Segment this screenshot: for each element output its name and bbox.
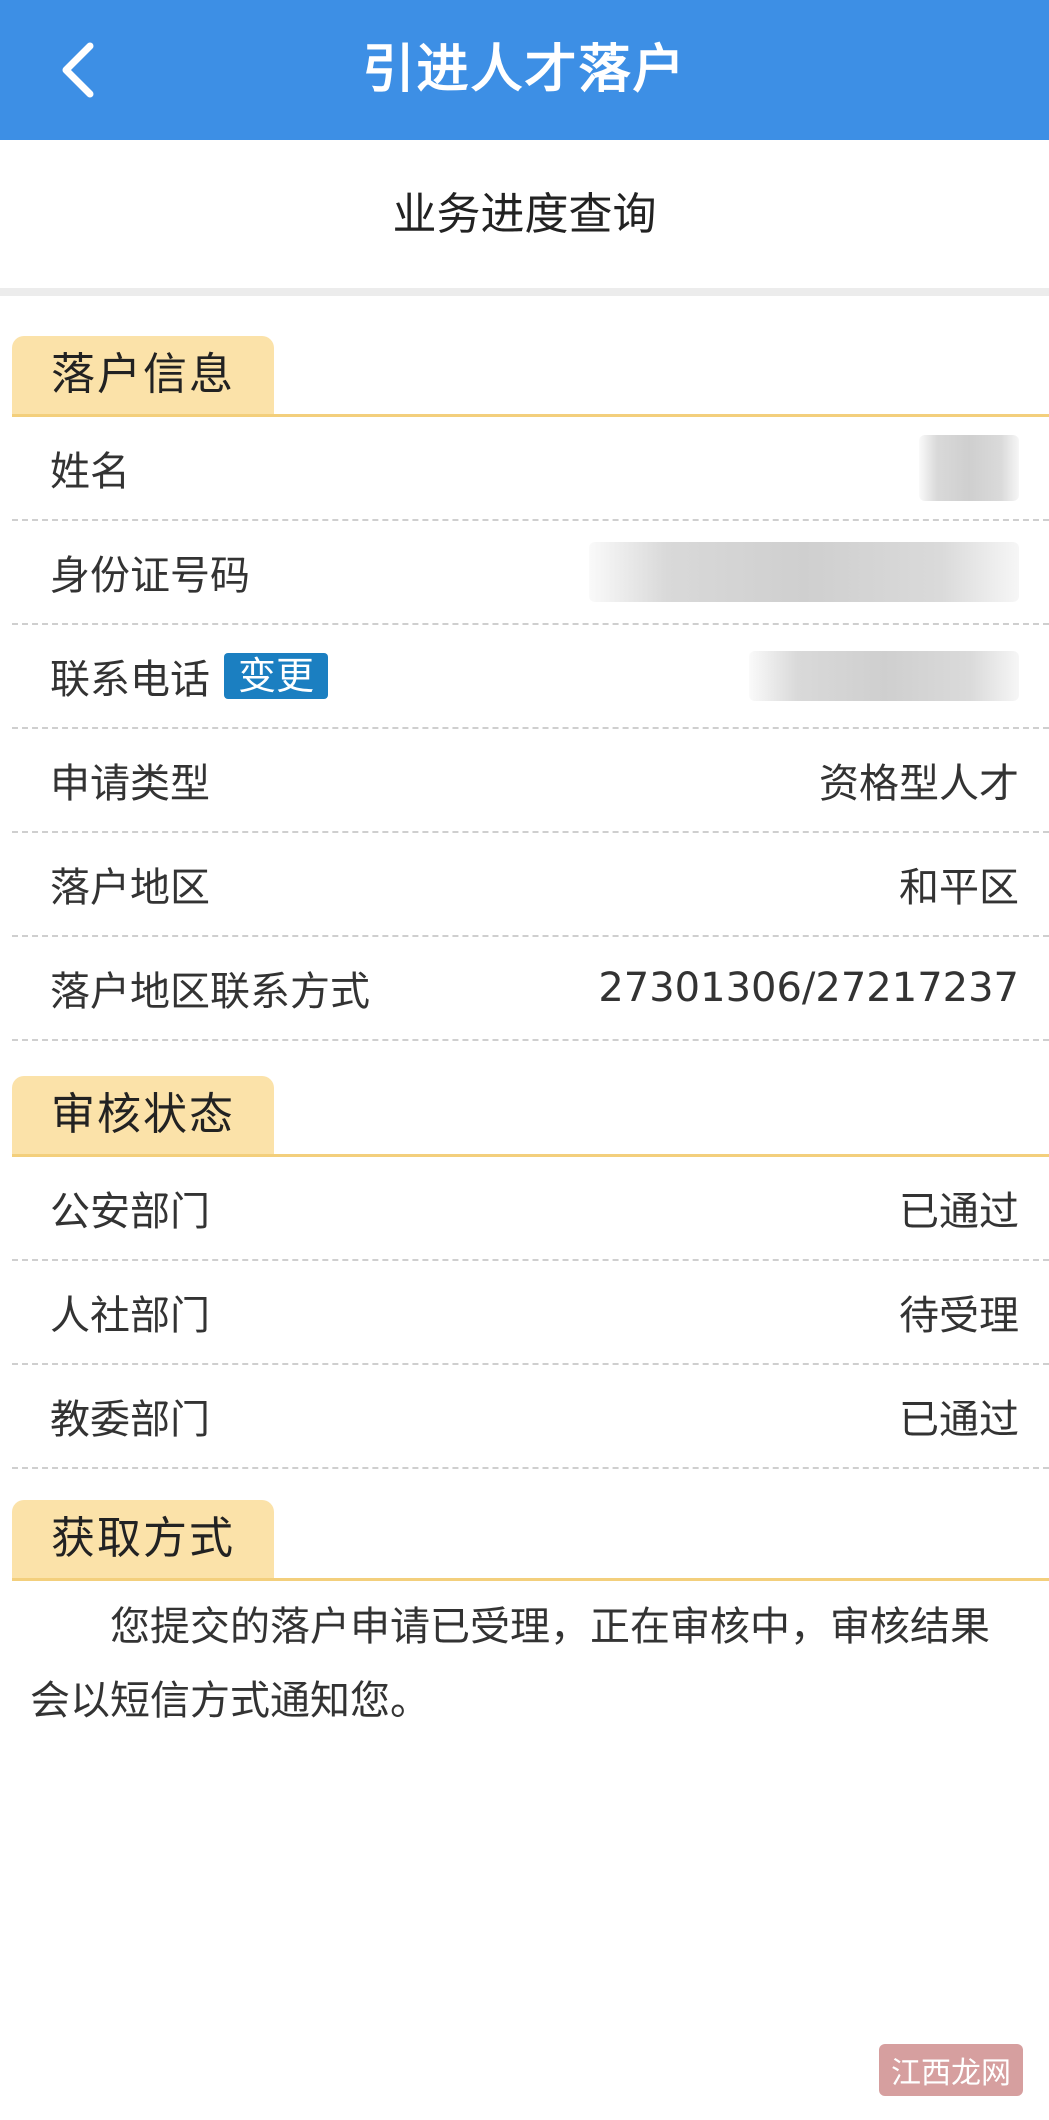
redacted-id-value [589,542,1019,602]
redacted-name-value [919,435,1019,501]
app-bar: 引进人才落户 [0,0,1049,140]
status-row-education: 教委部门 已通过 [12,1365,1049,1469]
app-title: 引进人才落户 [362,40,687,100]
section-tab-review-status: 审核状态 [12,1076,274,1154]
status-value: 已通过 [899,1397,1019,1443]
info-row-name: 姓名 [12,417,1049,521]
status-row-hr: 人社部门 待受理 [12,1261,1049,1365]
row-label: 身份证号码 [50,553,250,599]
sub-header: 业务进度查询 [0,140,1049,290]
row-label: 落户地区联系方式 [50,969,370,1015]
retrieval-section: 获取方式 [12,1500,1049,1581]
row-label: 教委部门 [50,1397,210,1443]
row-label: 姓名 [50,449,130,495]
info-row-district-contact: 落户地区联系方式 27301306/27217237 [12,937,1049,1041]
row-value: 资格型人才 [819,761,1019,807]
redacted-phone-value [749,651,1019,701]
info-row-application-type: 申请类型 资格型人才 [12,729,1049,833]
status-value: 待受理 [899,1293,1019,1339]
status-row-police: 公安部门 已通过 [12,1157,1049,1261]
info-row-district: 落户地区 和平区 [12,833,1049,937]
watermark: 江西龙网 [879,2044,1023,2096]
divider [0,288,1049,296]
review-status-section: 审核状态 公安部门 已通过 人社部门 待受理 教委部门 已通过 [12,1076,1049,1469]
row-value: 和平区 [899,865,1019,911]
row-label: 联系电话 变更 [50,647,329,705]
status-value: 已通过 [899,1189,1019,1235]
row-label: 申请类型 [50,761,210,807]
page-title: 业务进度查询 [392,189,657,240]
info-row-phone: 联系电话 变更 [12,625,1049,729]
section-tab-settlement-info: 落户信息 [12,336,274,414]
row-label-text: 联系电话 [50,657,210,703]
section-tab-retrieval: 获取方式 [12,1500,274,1578]
settlement-info-section: 落户信息 姓名 身份证号码 联系电话 变更 申请类型 资格型人才 落户地区 和平… [12,336,1049,1041]
row-value: 27301306/27217237 [598,965,1019,1011]
change-phone-button[interactable]: 变更 [224,653,329,699]
row-label: 落户地区 [50,865,210,911]
notice-text: 您提交的落户申请已受理，正在审核中，审核结果会以短信方式通知您。 [30,1604,990,1724]
section-header: 审核状态 [12,1076,1049,1157]
section-header: 落户信息 [12,336,1049,417]
row-label: 人社部门 [50,1293,210,1339]
section-header: 获取方式 [12,1500,1049,1581]
info-row-id-number: 身份证号码 [12,521,1049,625]
row-label: 公安部门 [50,1189,210,1235]
